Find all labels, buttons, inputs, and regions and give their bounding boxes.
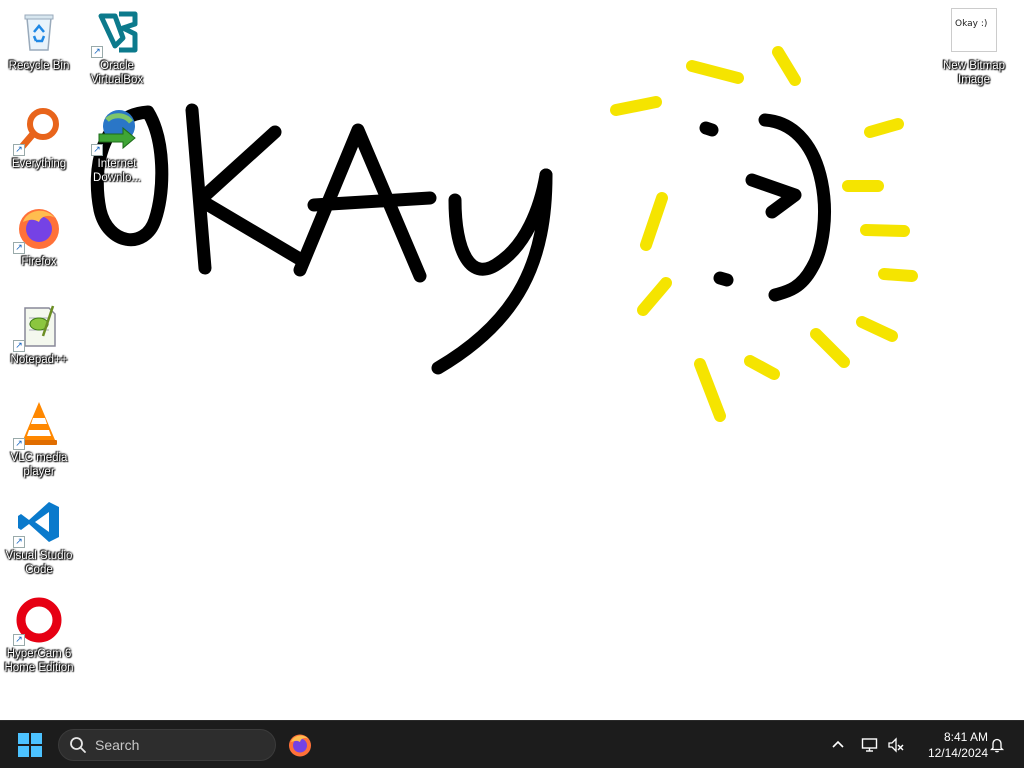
recycle-bin-icon <box>15 8 63 56</box>
desktop-icon-oracle-virtualbox[interactable]: ↗ Oracle VirtualBox <box>78 8 156 87</box>
taskbar: Search 8:41 AM 12/14/2024 <box>0 720 1024 768</box>
search-placeholder: Search <box>95 737 140 753</box>
desktop-icon-label: New Bitmap Image <box>943 60 1005 86</box>
okay-handwriting <box>90 103 553 375</box>
everything-search-icon: ↗ <box>13 106 63 156</box>
idm-icon: ↗ <box>91 106 141 156</box>
bell-icon <box>989 738 1005 753</box>
desktop-icon-recycle-bin[interactable]: Recycle Bin <box>0 8 78 73</box>
desktop-icon-notepad-plus-plus[interactable]: ↗ Notepad++ <box>0 302 78 367</box>
desktop-icon-label: Recycle Bin <box>8 60 70 72</box>
firefox-icon <box>289 734 311 757</box>
vlc-icon: ↗ <box>13 400 63 450</box>
desktop-icon-label: Oracle VirtualBox <box>90 60 144 86</box>
shortcut-arrow-icon: ↗ <box>13 242 25 254</box>
taskbar-clock[interactable]: 8:41 AM 12/14/2024 <box>914 729 988 761</box>
shortcut-arrow-icon: ↗ <box>13 340 25 352</box>
shortcut-arrow-icon: ↗ <box>91 46 103 58</box>
desktop-icon-label: Firefox <box>21 256 57 268</box>
volume-button[interactable] <box>884 721 908 769</box>
desktop-icon-label: Visual Studio Code <box>5 550 73 576</box>
sun-rays <box>610 46 918 422</box>
shortcut-arrow-icon: ↗ <box>91 144 103 156</box>
search-icon <box>70 737 86 753</box>
notifications-button[interactable] <box>986 721 1008 769</box>
desktop-icon-vscode[interactable]: ↗ Visual Studio Code <box>0 498 78 577</box>
bitmap-thumbnail-text: Okay :) <box>955 19 988 29</box>
chevron-up-icon <box>832 740 844 748</box>
desktop-icon-label: Notepad++ <box>10 354 68 366</box>
tray-overflow-button[interactable] <box>826 721 850 769</box>
shortcut-arrow-icon: ↗ <box>13 144 25 156</box>
volume-muted-icon <box>888 737 904 753</box>
network-button[interactable] <box>858 721 882 769</box>
hypercam-icon: ↗ <box>13 596 63 646</box>
network-icon <box>861 738 878 752</box>
desktop-icon-firefox[interactable]: ↗ Firefox <box>0 204 78 269</box>
desktop-icon-everything[interactable]: ↗ Everything <box>0 106 78 171</box>
desktop-icon-label: HyperCam 6 Home Edition <box>4 648 74 674</box>
desktop-icon-label: Everything <box>11 158 67 170</box>
shortcut-arrow-icon: ↗ <box>13 536 25 548</box>
vscode-icon: ↗ <box>13 498 63 548</box>
virtualbox-icon: ↗ <box>91 8 141 58</box>
start-button[interactable] <box>18 733 42 757</box>
firefox-icon: ↗ <box>13 204 63 254</box>
desktop-icon-hypercam[interactable]: ↗ HyperCam 6 Home Edition <box>0 596 78 675</box>
desktop-icon-new-bitmap-image[interactable]: Okay :) New Bitmap Image <box>935 8 1013 87</box>
taskbar-firefox-button[interactable] <box>287 732 313 758</box>
notepad-plus-plus-icon: ↗ <box>13 302 63 352</box>
desktop-icon-label: VLC media player <box>10 452 68 478</box>
shortcut-arrow-icon: ↗ <box>13 438 25 450</box>
clock-time: 8:41 AM <box>943 730 988 744</box>
bitmap-thumbnail-icon: Okay :) <box>951 8 997 52</box>
clock-date: 12/14/2024 <box>927 746 988 760</box>
shortcut-arrow-icon: ↗ <box>13 634 25 646</box>
taskbar-search-box[interactable]: Search <box>58 729 276 761</box>
desktop-icon-vlc[interactable]: ↗ VLC media player <box>0 400 78 479</box>
smiley-face <box>699 113 831 302</box>
desktop-icon-label: Internet Downlo... <box>93 158 141 184</box>
windows-logo-icon <box>18 733 42 757</box>
desktop-icon-internet-download-manager[interactable]: ↗ Internet Downlo... <box>78 106 156 185</box>
